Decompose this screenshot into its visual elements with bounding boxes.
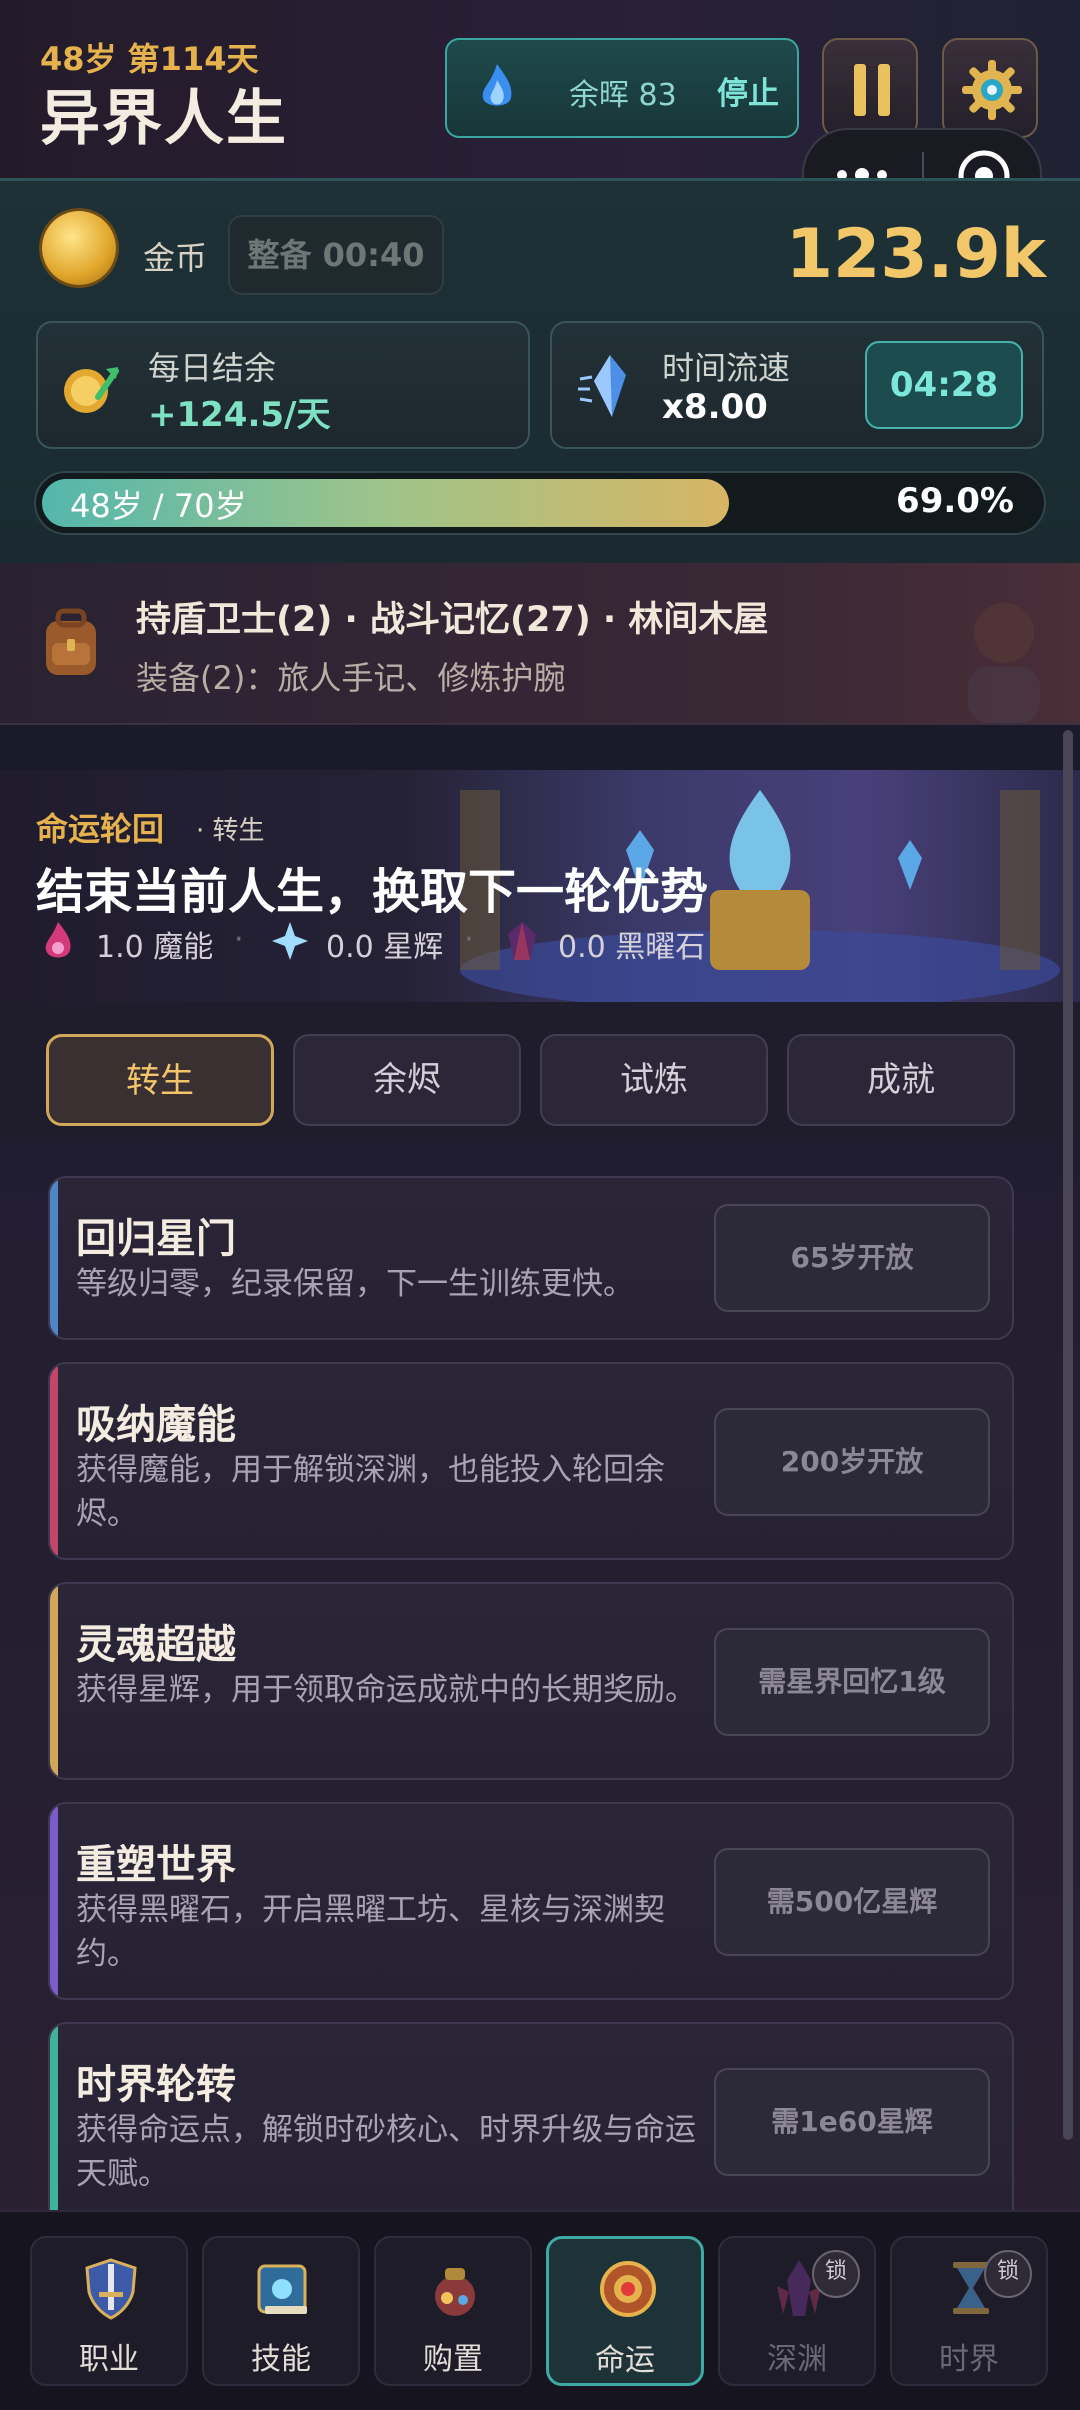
- equipment-summary: 装备(2)：旅人手记、修炼护腕: [136, 659, 566, 697]
- tab-rebirth[interactable]: 转生: [46, 1034, 274, 1126]
- tab-achievements[interactable]: 成就: [787, 1034, 1015, 1126]
- life-progress-bar: 48岁 / 70岁 69.0%: [34, 471, 1046, 535]
- res-separator: ·: [234, 922, 244, 957]
- rebirth-card-soul-transcend: 灵魂超越 获得星辉，用于领取命运成就中的长期奖励。 需星界回忆1级: [48, 1582, 1014, 1780]
- card-description: 获得魔能，用于解锁深渊，也能投入轮回余烬。: [76, 1452, 665, 1532]
- shield-sword-icon: [85, 2258, 137, 2320]
- character-portrait: [968, 603, 1040, 723]
- nav-label: 命运: [595, 2343, 655, 2378]
- nav-career[interactable]: 职业: [30, 2236, 188, 2386]
- prep-timer-pill[interactable]: 整备 00:40: [228, 215, 444, 295]
- time-speed-card[interactable]: 时间流速 x8.00 04:28: [550, 321, 1044, 449]
- coin-growth-icon: [64, 367, 119, 413]
- bottom-nav: 职业 技能 购置 命运 锁 深渊 锁 时界: [0, 2210, 1080, 2410]
- ember-auto-box[interactable]: 余晖 83 停止: [445, 38, 799, 138]
- daily-balance-value: +124.5/天: [148, 395, 331, 435]
- scrollbar[interactable]: [1063, 730, 1073, 2140]
- res-separator-2: ·: [464, 922, 474, 957]
- nav-purchase[interactable]: 购置: [374, 2236, 532, 2386]
- build-summary: 持盾卫士(2) · 战斗记忆(27) · 林间木屋: [136, 600, 769, 640]
- card-action-button[interactable]: 需1e60星辉: [714, 2068, 990, 2176]
- card-accent: [50, 1804, 58, 1998]
- speed-timer-button[interactable]: 04:28: [865, 341, 1023, 429]
- card-accent: [50, 2024, 58, 2210]
- fate-gem-icon: [600, 2261, 656, 2317]
- card-title: 灵魂超越: [76, 1622, 236, 1668]
- blue-crystal-icon: [578, 355, 626, 417]
- life-age-label: 48岁 / 70岁: [70, 487, 247, 525]
- card-title: 回归星门: [76, 1216, 236, 1262]
- obsidian-amount: 0.0 黑曜石: [558, 930, 706, 965]
- character-info-strip[interactable]: 持盾卫士(2) · 战斗记忆(27) · 林间木屋 装备(2)：旅人手记、修炼护…: [0, 563, 1080, 725]
- card-title: 吸纳魔能: [76, 1402, 236, 1448]
- rebirth-card-star-gate: 回归星门 等级归零，纪录保留，下一生训练更快。 65岁开放: [48, 1176, 1014, 1340]
- card-description: 获得黑曜石，开启黑曜工坊、星核与深渊契约。: [76, 1892, 665, 1972]
- starlight-icon: [272, 922, 308, 960]
- card-accent: [50, 1364, 58, 1558]
- daily-balance-card: 每日结余 +124.5/天: [36, 321, 530, 449]
- nav-label: 深渊: [767, 2342, 827, 2377]
- time-speed-value: x8.00: [662, 387, 768, 427]
- card-action-button[interactable]: 需500亿星辉: [714, 1848, 990, 1956]
- stats-panel: 金币 整备 00:40 123.9k 每日结余 +124.5/天 时间流速 x8…: [0, 178, 1080, 568]
- tab-trials[interactable]: 试炼: [540, 1034, 768, 1126]
- card-description: 等级归零，纪录保留，下一生训练更快。: [76, 1266, 634, 1302]
- card-title: 时界轮转: [76, 2062, 236, 2108]
- card-description: 获得命运点，解锁时砂核心、时界升级与命运天赋。: [76, 2112, 696, 2192]
- spellbook-icon: [257, 2264, 307, 2314]
- nav-label: 购置: [423, 2342, 483, 2377]
- obsidian-icon: [508, 922, 536, 960]
- card-action-button[interactable]: 200岁开放: [714, 1408, 990, 1516]
- stop-button[interactable]: 停止: [717, 68, 779, 113]
- rebirth-card-reshape-world: 重塑世界 获得黑曜石，开启黑曜工坊、星核与深渊契约。 需500亿星辉: [48, 1802, 1014, 2000]
- nav-label: 职业: [79, 2342, 139, 2377]
- fate-sub-label: · 转生: [196, 816, 265, 846]
- nav-abyss[interactable]: 锁 深渊: [718, 2236, 876, 2386]
- app-title: 异界人生: [40, 84, 288, 154]
- card-accent: [50, 1178, 58, 1338]
- fate-kicker: 命运轮回: [36, 810, 165, 848]
- gear-icon: [962, 60, 1022, 120]
- card-title: 重塑世界: [76, 1842, 236, 1888]
- card-accent: [50, 1584, 58, 1778]
- card-action-button[interactable]: 65岁开放: [714, 1204, 990, 1312]
- rebirth-card-time-cycle: 时界轮转 获得命运点，解锁时砂核心、时界升级与命运天赋。 需1e60星辉: [48, 2022, 1014, 2210]
- nav-fate[interactable]: 命运: [546, 2236, 704, 2386]
- nav-label: 技能: [251, 2342, 311, 2377]
- daily-balance-title: 每日结余: [148, 349, 277, 387]
- starlight-amount: 0.0 星辉: [326, 930, 444, 965]
- lock-badge: 锁: [812, 2250, 860, 2298]
- mana-amount: 1.0 魔能: [96, 930, 214, 965]
- fate-title: 结束当前人生，换取下一轮优势: [36, 864, 709, 920]
- nav-time-realm[interactable]: 锁 时界: [890, 2236, 1048, 2386]
- life-percent: 69.0%: [896, 481, 1014, 521]
- lock-badge: 锁: [984, 2250, 1032, 2298]
- blue-flame-icon: [482, 64, 512, 106]
- tab-embers[interactable]: 余烬: [293, 1034, 521, 1126]
- coin-value: 123.9k: [785, 215, 1046, 294]
- mana-flame-icon: [45, 922, 71, 958]
- pause-icon: [854, 64, 890, 116]
- card-description: 获得星辉，用于领取命运成就中的长期奖励。: [76, 1672, 696, 1708]
- gold-coin-icon: [42, 211, 116, 285]
- rebirth-card-absorb-mana: 吸纳魔能 获得魔能，用于解锁深渊，也能投入轮回余烬。 200岁开放: [48, 1362, 1014, 1560]
- time-speed-title: 时间流速: [662, 349, 791, 387]
- nav-label: 时界: [939, 2342, 999, 2377]
- nav-skills[interactable]: 技能: [202, 2236, 360, 2386]
- treasure-bag-icon: [435, 2268, 475, 2316]
- ember-count: 余晖 83: [569, 78, 677, 113]
- settings-button[interactable]: [942, 38, 1038, 138]
- card-action-button[interactable]: 需星界回忆1级: [714, 1628, 990, 1736]
- pause-button[interactable]: [822, 38, 918, 138]
- backpack-icon: [46, 608, 96, 675]
- fate-banner: 命运轮回 · 转生 结束当前人生，换取下一轮优势 1.0 魔能 · 0.0 星辉…: [0, 770, 1080, 1002]
- coin-label: 金币: [143, 239, 208, 277]
